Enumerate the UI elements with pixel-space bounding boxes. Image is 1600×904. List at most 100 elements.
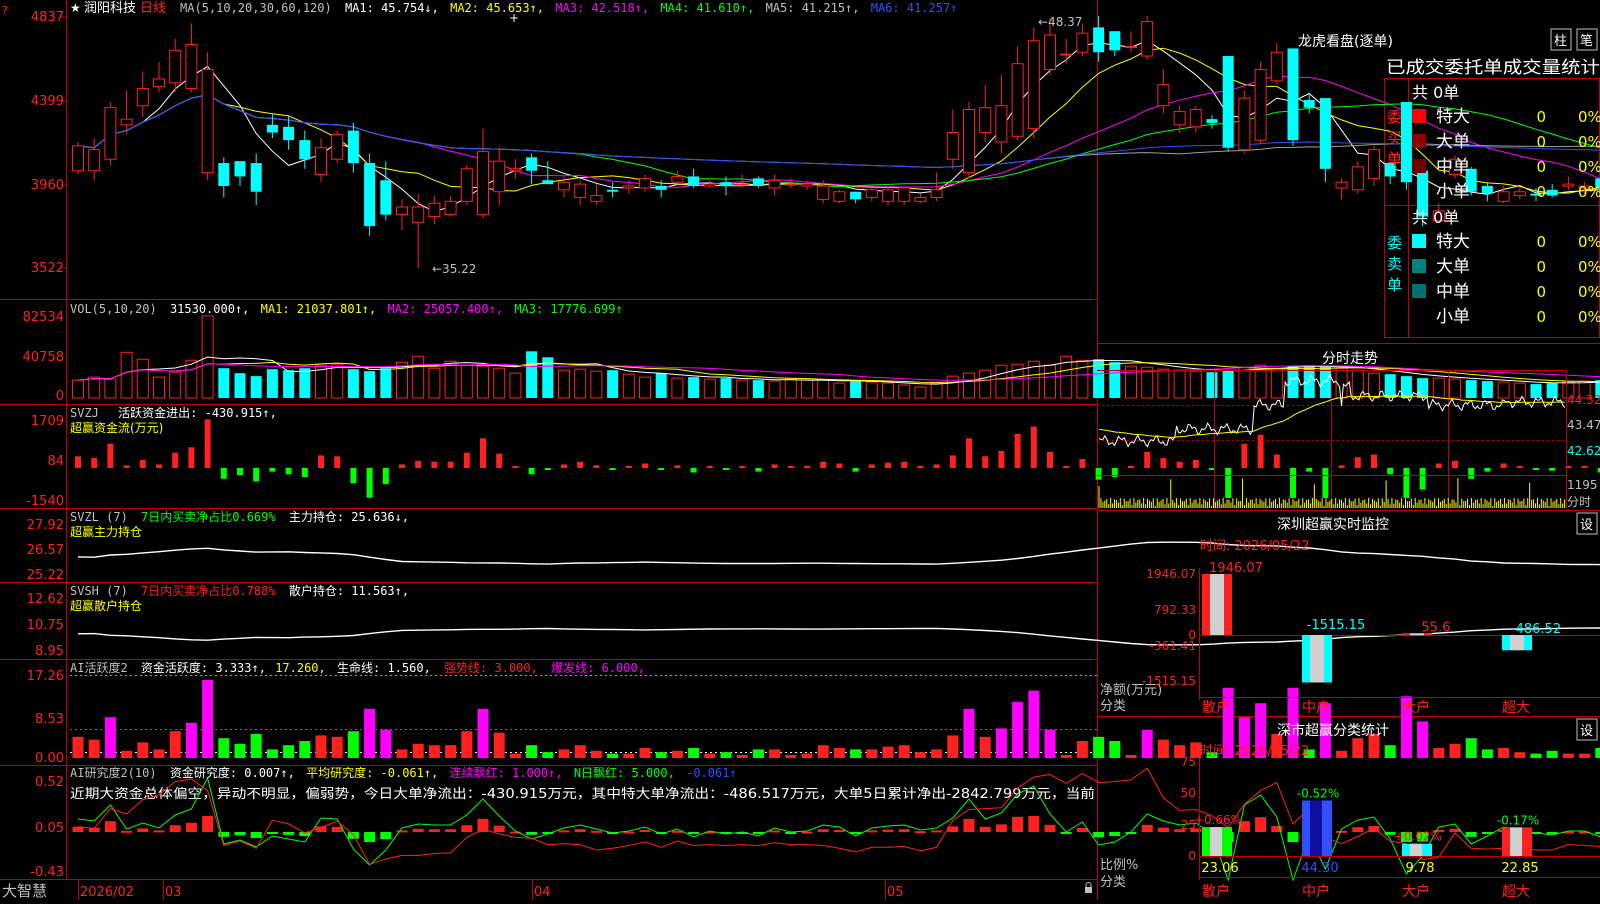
- svzj-bar: [804, 466, 810, 468]
- ai-bar: [1061, 755, 1072, 758]
- x-axis-label: 03: [165, 885, 182, 900]
- row-name: 特大: [1436, 107, 1470, 127]
- ai-bar: [397, 749, 408, 758]
- candle-body: [1271, 52, 1282, 81]
- research-bar: [1336, 831, 1347, 833]
- research-legend-2: 平均研究度: -0.061↑,: [306, 765, 438, 780]
- lock-icon[interactable]: [1085, 883, 1092, 894]
- candle: [170, 39, 181, 93]
- ai-bar: [186, 723, 197, 758]
- ma-legend-1: MA1: 45.754↓,: [345, 1, 439, 15]
- candle-body: [202, 69, 213, 172]
- candle-body: [1482, 186, 1493, 194]
- svzj-bar: [1322, 468, 1328, 498]
- candle: [251, 154, 262, 206]
- research-legend-3: 连续飘红: 1.000↑,: [450, 765, 563, 780]
- ai-bar: [235, 744, 246, 758]
- volume-bar: [186, 360, 197, 398]
- research-bar: [818, 829, 829, 832]
- stroke-mode-button[interactable]: 笔: [1577, 29, 1597, 50]
- sz-monitor-bar: 1946.07: [1202, 561, 1263, 635]
- brand-label: 大智慧: [2, 882, 47, 900]
- intraday-vol-label: 分时: [1567, 495, 1591, 509]
- candle-body: [640, 178, 651, 188]
- svzj-bar: [593, 465, 599, 468]
- ai-bar: [283, 745, 294, 758]
- candle-body: [1514, 192, 1525, 196]
- sz-class-y-axis: 75 50 25 0: [1181, 755, 1196, 863]
- bar-highlight: [1510, 827, 1522, 856]
- research-bar: [769, 830, 780, 832]
- research-bar: [283, 832, 294, 835]
- volume-bar: [1433, 378, 1444, 398]
- candle: [980, 85, 991, 142]
- volume-bar: [105, 379, 116, 398]
- row-percent: 0%: [1578, 283, 1600, 301]
- ai-bar: [737, 755, 748, 758]
- svzj-bar: [820, 462, 826, 468]
- candle-body: [591, 196, 602, 202]
- volume-bar: [721, 378, 732, 398]
- research-bar: [186, 823, 197, 832]
- candle: [445, 196, 456, 217]
- candle-body: [332, 134, 343, 159]
- ai-bar: [316, 735, 327, 758]
- svzj-bar: [221, 468, 227, 479]
- candle: [1190, 106, 1201, 133]
- candle-body: [899, 188, 910, 201]
- candle: [1255, 62, 1266, 144]
- row-name: 特大: [1436, 232, 1470, 252]
- sz-monitor-bars: 1946.07-1515.1555.6-486.52: [1202, 561, 1561, 682]
- volume-bar: [380, 368, 391, 398]
- svsh-y-tick: 12.62: [27, 592, 64, 607]
- candle: [494, 148, 505, 205]
- sz-class-settings-button[interactable]: 设: [1577, 719, 1597, 740]
- star-icon[interactable]: ★: [70, 1, 81, 15]
- volume-bar: [964, 373, 975, 398]
- candle: [348, 123, 359, 173]
- svzj-bar: [1387, 468, 1393, 474]
- bar-mode-button[interactable]: 柱: [1551, 29, 1571, 50]
- candle-body: [1061, 54, 1072, 55]
- candle: [526, 154, 537, 185]
- research-bar: [899, 829, 910, 832]
- svzj-bar: [302, 468, 308, 477]
- bar-highlight: [1310, 635, 1324, 682]
- candle-body: [1109, 31, 1120, 50]
- research-bar: [1352, 827, 1363, 832]
- svzj-bar: [707, 466, 713, 468]
- period-label[interactable]: 日线: [140, 1, 166, 16]
- bar-highlight: [1510, 635, 1524, 650]
- svzj-bar: [1517, 466, 1523, 468]
- bar-change-label: +0.66%: [1194, 813, 1242, 827]
- candle-body: [802, 184, 813, 186]
- category-label: 中户: [1302, 699, 1330, 716]
- candle: [1012, 46, 1023, 140]
- candle-body: [559, 182, 570, 190]
- volume-bar: [235, 373, 246, 398]
- candle: [883, 186, 894, 205]
- main-y-tick: 3960: [31, 178, 64, 193]
- research-bar: [1077, 828, 1088, 832]
- candle-body: [429, 203, 440, 216]
- candle: [1547, 184, 1558, 197]
- ai-bar: [1045, 730, 1056, 758]
- research-bar: [1466, 832, 1477, 837]
- buy-label-char: 买: [1387, 129, 1402, 147]
- candle-body: [1028, 41, 1039, 129]
- candle-body: [931, 190, 942, 198]
- ai-bar: [510, 754, 521, 758]
- candle: [704, 180, 715, 188]
- research-bar: [235, 832, 246, 835]
- candle-body: [137, 89, 148, 106]
- candle: [834, 190, 845, 203]
- row-name: 中单: [1436, 157, 1470, 177]
- candle-body: [235, 161, 246, 176]
- stock-name[interactable]: 润阳科技: [84, 1, 136, 16]
- stock-terminal-window: ? ★ 润阳科技 日线 MA(5,10,20,30,60,120) MA1: 4…: [0, 0, 1600, 900]
- ai-bar: [1336, 751, 1347, 758]
- volume-bar: [218, 368, 229, 398]
- candle-body: [1223, 56, 1234, 148]
- sz-monitor-settings-button[interactable]: 设: [1577, 513, 1597, 534]
- svzj-bar: [1549, 468, 1555, 471]
